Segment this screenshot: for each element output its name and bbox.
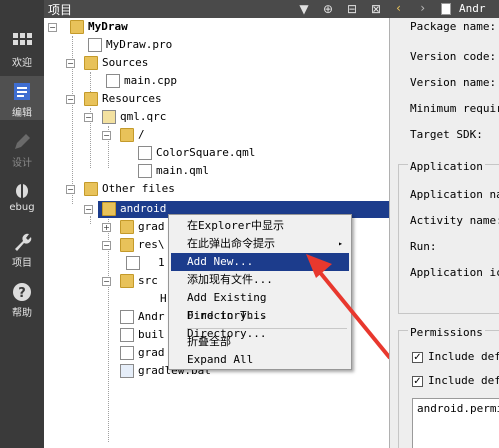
mode-projects[interactable]: 项目	[0, 232, 44, 272]
menu-item-show-in-explorer[interactable]: 在Explorer中显示	[171, 217, 349, 235]
svg-text:?: ?	[18, 286, 26, 301]
field-label: Version name:	[410, 76, 497, 89]
tree-label: main.qml	[156, 164, 209, 177]
checkbox-label: Include defa	[428, 374, 499, 387]
mode-debug[interactable]: ebug	[0, 180, 44, 220]
application-group	[398, 164, 499, 314]
field-label: Target SDK:	[410, 128, 483, 141]
help-icon: ?	[13, 283, 31, 301]
include-default-features-checkbox[interactable]: ✓	[412, 376, 423, 387]
tree-label: grad	[138, 220, 165, 233]
project-header-title: 项目	[48, 3, 73, 17]
tree-label: Andr	[138, 310, 165, 323]
mode-edit[interactable]: 编辑	[0, 76, 44, 120]
menu-item-label: 在此弹出命令提示	[187, 237, 275, 250]
mode-welcome[interactable]: 欢迎	[0, 32, 44, 72]
edit-document-icon	[14, 83, 30, 100]
tree-label: src	[138, 274, 158, 287]
permission-list-item[interactable]: android.permis	[417, 402, 499, 415]
mode-label: 欢迎	[12, 58, 32, 69]
split-icon[interactable]: ⊟	[344, 1, 360, 17]
tree-label: MyDraw	[88, 20, 128, 33]
tree-label: grad	[138, 346, 165, 359]
field-label: Minimum require	[410, 102, 499, 115]
tree-label: 1	[158, 256, 165, 269]
pencil-icon	[15, 134, 30, 149]
mode-label: 项目	[12, 258, 32, 269]
checkbox-label: Include defa	[428, 350, 499, 363]
filter-icon[interactable]: ▼	[296, 1, 312, 17]
mode-label: ebug	[9, 202, 35, 213]
tree-label: ColorSquare.qml	[156, 146, 256, 159]
mode-label: 设计	[12, 158, 32, 169]
tree-label: /	[138, 128, 145, 141]
grid-icon	[13, 33, 32, 45]
tree-label: Resources	[102, 92, 162, 105]
mode-help[interactable]: ? 帮助	[0, 282, 44, 322]
permissions-group-title: Permissions	[408, 326, 485, 339]
menu-item-label: Expand All	[187, 353, 254, 366]
editor-tab-bar: ‹ › Andr	[389, 0, 499, 18]
menu-item-label: Add New...	[187, 255, 254, 268]
application-group-title: Application	[408, 160, 485, 173]
close-icon[interactable]: ⊠	[368, 1, 384, 17]
mode-label: 帮助	[12, 308, 32, 319]
tree-label: main.cpp	[124, 74, 177, 87]
editor-tab-title[interactable]: Andr	[459, 2, 486, 15]
tree-label: buil	[138, 328, 165, 341]
project-header: 项目 ▼ ⊕ ⊟ ⊠	[44, 0, 389, 18]
field-label: Package name:	[410, 20, 497, 33]
menu-item-label: 折叠全部	[187, 335, 231, 348]
wrench-icon	[15, 233, 32, 251]
field-label: Version code:	[410, 50, 497, 63]
menu-item-label: 在Explorer中显示	[187, 219, 284, 232]
tree-label: H	[160, 292, 167, 305]
document-icon	[441, 3, 451, 15]
tree-label: Sources	[102, 56, 149, 69]
back-icon[interactable]: ‹	[395, 1, 402, 15]
tree-label: MyDraw.pro	[106, 38, 173, 51]
tree-label: qml.qrc	[120, 110, 167, 123]
forward-icon[interactable]: ›	[419, 1, 426, 15]
field-label: Activity name:	[410, 214, 499, 227]
include-default-permissions-checkbox[interactable]: ✓	[412, 352, 423, 363]
field-label: Run:	[410, 240, 437, 253]
bug-icon	[16, 184, 28, 198]
tree-label: android	[120, 202, 167, 215]
mode-design[interactable]: 设计	[0, 132, 44, 172]
android-manifest-editor: Package name: Version code: Version name…	[389, 18, 499, 448]
mode-label: 编辑	[12, 108, 32, 119]
menu-item-label: 添加现有文件...	[187, 273, 273, 286]
field-label: Application ico	[410, 266, 499, 279]
tree-label: res\	[138, 238, 165, 251]
red-arrow-annotation	[306, 254, 392, 360]
link-icon[interactable]: ⊕	[320, 1, 336, 17]
mode-bar: 欢迎 编辑 设计 ebug 项目 ? 帮助	[0, 0, 44, 448]
permissions-list[interactable]: android.permis	[412, 398, 499, 448]
tree-label: Other files	[102, 182, 175, 195]
field-label: Application nam	[410, 188, 499, 201]
